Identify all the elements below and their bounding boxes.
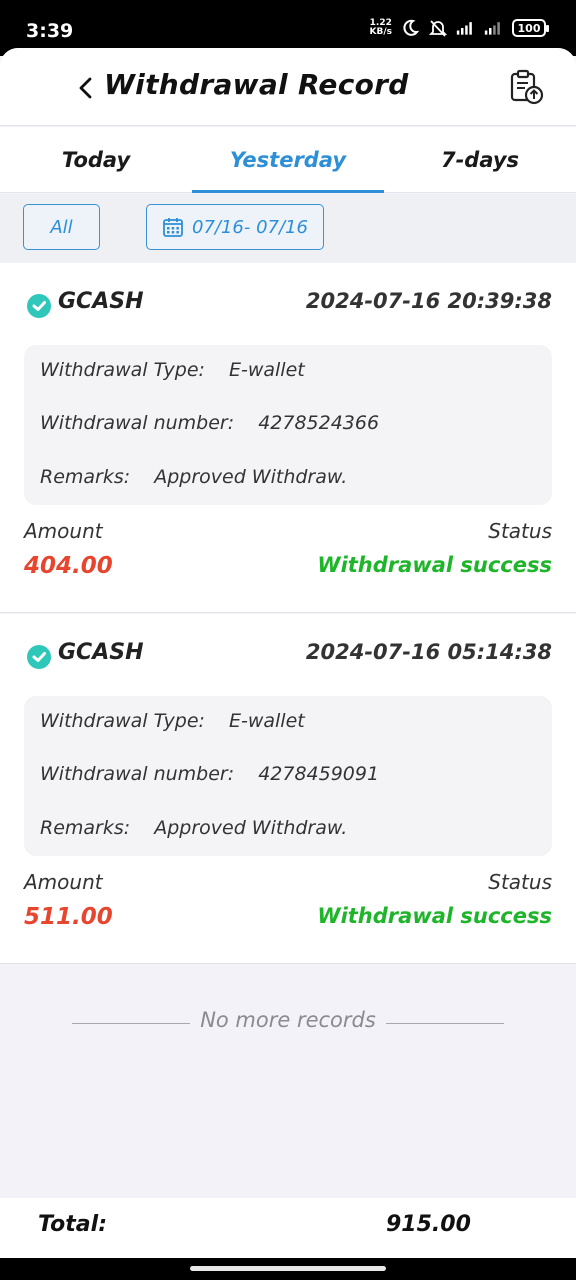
record-details: Withdrawal Type: E-wallet Withdrawal num… <box>24 345 552 505</box>
network-speed: 1.22 KB/s <box>370 19 392 37</box>
tab-yesterday[interactable]: Yesterday <box>192 127 384 193</box>
status-label: Status <box>488 519 552 543</box>
withdrawal-number-row: Withdrawal number: 4278459091 <box>40 763 379 785</box>
amount-value: 511.00 <box>24 904 113 930</box>
record-details: Withdrawal Type: E-wallet Withdrawal num… <box>24 696 552 856</box>
remarks-row: Remarks: Approved Withdraw. <box>40 466 347 488</box>
withdrawal-type-value: E-wallet <box>228 359 305 381</box>
gcash-logo-icon <box>27 294 51 318</box>
network-speed-unit: KB/s <box>369 27 392 37</box>
provider-name: GCASH <box>58 289 144 314</box>
no-more-records-text: No more records <box>200 1008 376 1032</box>
amount-label: Amount <box>24 519 103 543</box>
withdrawal-number-row: Withdrawal number: 4278524366 <box>40 412 379 434</box>
total-label: Total: <box>38 1212 107 1237</box>
home-indicator[interactable] <box>190 1266 386 1271</box>
battery-icon: 100 <box>512 19 549 37</box>
clipboard-upload-icon[interactable] <box>506 66 546 106</box>
date-range-button[interactable]: 07/16- 07/16 <box>146 204 324 250</box>
system-nav-bar <box>0 1258 576 1280</box>
record-datetime: 2024-07-16 20:39:38 <box>305 289 552 313</box>
remarks-value: Approved Withdraw. <box>154 817 348 839</box>
withdrawal-type-row: Withdrawal Type: E-wallet <box>40 710 305 732</box>
status-label: Status <box>488 870 552 894</box>
withdrawal-number-label: Withdrawal number: <box>40 412 235 434</box>
moon-icon <box>403 19 420 36</box>
gcash-logo-icon <box>27 645 51 669</box>
remarks-label: Remarks: <box>40 817 131 839</box>
remarks-value: Approved Withdraw. <box>154 466 348 488</box>
withdrawal-number-value: 4278524366 <box>258 412 380 434</box>
calendar-icon <box>163 218 183 237</box>
withdrawal-number-value: 4278459091 <box>258 763 380 785</box>
status-value: Withdrawal success <box>317 904 552 928</box>
date-range-label: 07/16- 07/16 <box>192 216 308 238</box>
withdrawal-type-value: E-wallet <box>228 710 305 732</box>
signal-icon <box>456 22 472 35</box>
filter-bar: All 07/16- 07/16 <box>0 194 576 262</box>
header: Withdrawal Record <box>0 48 576 126</box>
back-arrow-icon[interactable] <box>76 74 96 102</box>
page-title: Withdrawal Record <box>104 68 409 101</box>
record-header: GCASH 2024-07-16 20:39:38 <box>26 289 552 319</box>
filter-all-button[interactable]: All <box>23 204 100 250</box>
status-icons: 1.22 KB/s 100 <box>370 18 549 38</box>
date-tabs: Today Yesterday 7-days <box>0 127 576 193</box>
tab-today[interactable]: Today <box>0 127 192 193</box>
record-datetime: 2024-07-16 05:14:38 <box>305 640 552 664</box>
divider-right <box>386 1023 504 1024</box>
total-footer: Total: 915.00 <box>0 1198 576 1258</box>
no-more-records: No more records <box>0 1008 576 1038</box>
record-header: GCASH 2024-07-16 05:14:38 <box>26 640 552 670</box>
amount-label: Amount <box>24 870 103 894</box>
tab-7-days[interactable]: 7-days <box>384 127 576 193</box>
status-value: Withdrawal success <box>317 553 552 577</box>
bell-muted-icon <box>428 20 448 37</box>
withdrawal-type-label: Withdrawal Type: <box>40 359 205 381</box>
status-time: 3:39 <box>26 20 74 42</box>
withdrawal-type-label: Withdrawal Type: <box>40 710 205 732</box>
provider-name: GCASH <box>58 640 144 665</box>
withdrawal-number-label: Withdrawal number: <box>40 763 235 785</box>
withdrawal-record[interactable]: GCASH 2024-07-16 05:14:38 Withdrawal Typ… <box>0 614 576 964</box>
remarks-row: Remarks: Approved Withdraw. <box>40 817 347 839</box>
total-value: 915.00 <box>386 1212 471 1237</box>
withdrawal-record[interactable]: GCASH 2024-07-16 20:39:38 Withdrawal Typ… <box>0 263 576 613</box>
remarks-label: Remarks: <box>40 466 131 488</box>
filter-all-label: All <box>50 216 73 238</box>
app-screen: Withdrawal Record Today Yesterday 7-days… <box>0 48 576 1280</box>
withdrawal-type-row: Withdrawal Type: E-wallet <box>40 359 305 381</box>
signal-4g-icon <box>484 22 500 35</box>
amount-value: 404.00 <box>24 553 113 579</box>
